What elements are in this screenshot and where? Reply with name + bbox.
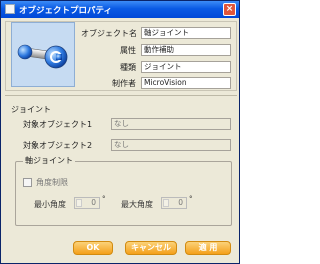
axis-joint-group-title: 軸ジョイント bbox=[23, 155, 75, 166]
attribute-label: 属性 bbox=[120, 46, 136, 55]
type-label: 種類 bbox=[120, 63, 136, 72]
max-angle-spin-arrows[interactable] bbox=[163, 199, 169, 207]
target2-field[interactable]: なし bbox=[111, 139, 231, 151]
angle-limit-checkbox[interactable] bbox=[23, 178, 32, 187]
min-angle-stepper[interactable]: 0 bbox=[74, 197, 100, 209]
cancel-button[interactable]: キャンセル bbox=[125, 241, 177, 255]
joint-section-title: ジョイント bbox=[11, 105, 51, 114]
joint-axis-icon bbox=[17, 44, 68, 69]
apply-button[interactable]: 適 用 bbox=[185, 241, 231, 255]
title-bar[interactable]: オブジェクトプロパティ × bbox=[1, 1, 239, 18]
ok-button[interactable]: OK bbox=[73, 241, 113, 255]
max-angle-stepper[interactable]: 0 bbox=[161, 197, 187, 209]
type-field[interactable]: ジョイント bbox=[141, 61, 231, 73]
axis-joint-group bbox=[15, 161, 232, 226]
min-angle-value: 0 bbox=[91, 198, 96, 207]
object-preview bbox=[11, 22, 75, 87]
section-divider bbox=[5, 95, 237, 96]
min-angle-label: 最小角度 bbox=[34, 200, 66, 209]
target1-field[interactable]: なし bbox=[111, 118, 231, 130]
attribute-field[interactable]: 動作補助 bbox=[141, 44, 231, 56]
min-angle-degree: ° bbox=[102, 195, 106, 203]
max-angle-value: 0 bbox=[178, 198, 183, 207]
max-angle-degree: ° bbox=[189, 195, 193, 203]
name-field[interactable]: 軸ジョイント bbox=[141, 27, 231, 39]
author-label: 制作者 bbox=[112, 79, 136, 88]
target2-label: 対象オブジェクト2 bbox=[23, 141, 93, 150]
window-app-icon bbox=[5, 4, 15, 14]
min-angle-spin-arrows[interactable] bbox=[76, 199, 82, 207]
name-label: オブジェクト名 bbox=[81, 29, 137, 38]
properties-dialog: オブジェクトプロパティ × オブジェクト名 軸ジョイント 属性 動作補助 種類 … bbox=[0, 0, 240, 264]
window-title: オブジェクトプロパティ bbox=[19, 6, 112, 16]
author-field[interactable]: MicroVision bbox=[141, 77, 231, 89]
close-button[interactable]: × bbox=[223, 3, 236, 16]
max-angle-label: 最大角度 bbox=[121, 200, 153, 209]
angle-limit-label: 角度制限 bbox=[36, 178, 68, 187]
target1-label: 対象オブジェクト1 bbox=[23, 120, 93, 129]
